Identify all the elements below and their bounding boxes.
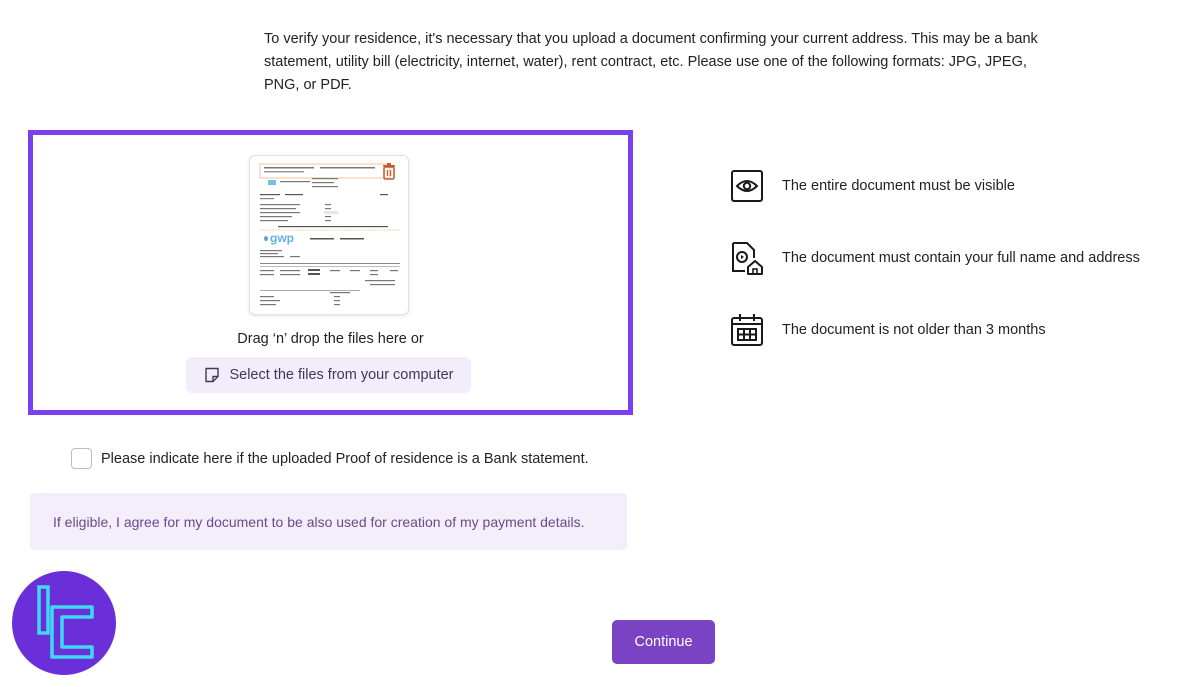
file-dropzone[interactable]: gwp Drag ‘n’ drop the files here or Sele… xyxy=(28,130,633,415)
bank-statement-checkbox[interactable] xyxy=(71,448,92,469)
calendar-icon xyxy=(730,313,764,347)
requirement-visible: The entire document must be visible xyxy=(730,169,1015,203)
bank-statement-option: Please indicate here if the uploaded Pro… xyxy=(71,448,589,469)
requirement-text: The document is not older than 3 months xyxy=(782,322,1046,338)
uploaded-document-preview: gwp xyxy=(249,155,409,315)
drag-drop-text: Drag ‘n’ drop the files here or xyxy=(237,331,424,347)
logo-icon xyxy=(37,585,94,659)
brand-logo xyxy=(12,571,116,675)
requirement-text: The document must contain your full name… xyxy=(782,250,1140,266)
payment-details-consent[interactable]: If eligible, I agree for my document to … xyxy=(30,493,627,550)
intro-text: To verify your residence, it's necessary… xyxy=(264,31,1038,93)
file-icon xyxy=(205,367,220,383)
continue-button[interactable]: Continue xyxy=(612,620,715,664)
requirement-name-address: The document must contain your full name… xyxy=(730,241,1140,275)
consent-text: If eligible, I agree for my document to … xyxy=(53,513,585,530)
requirement-date: The document is not older than 3 months xyxy=(730,313,1046,347)
requirement-text: The entire document must be visible xyxy=(782,178,1015,194)
trash-icon xyxy=(383,163,395,180)
bank-statement-label: Please indicate here if the uploaded Pro… xyxy=(101,450,589,467)
document-home-icon xyxy=(730,241,764,275)
remove-file-button[interactable] xyxy=(380,162,398,180)
eye-icon xyxy=(730,169,764,203)
select-files-button[interactable]: Select the files from your computer xyxy=(186,357,471,393)
select-files-label: Select the files from your computer xyxy=(229,367,454,383)
preview-logo-text: gwp xyxy=(270,231,294,245)
